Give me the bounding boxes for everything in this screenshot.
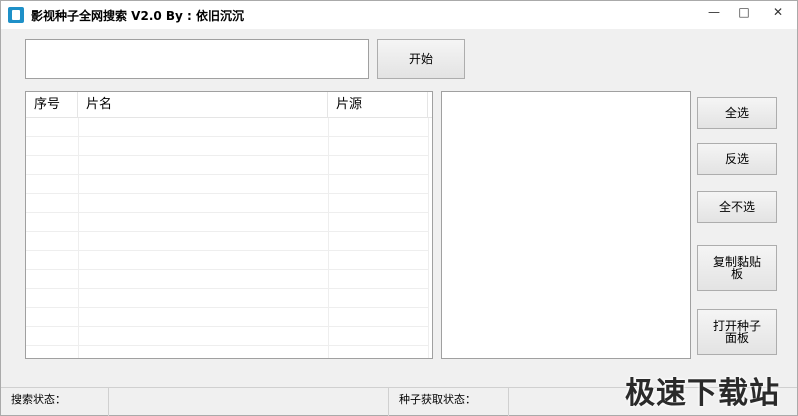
column-header-source[interactable]: 片源	[328, 92, 428, 118]
table-row[interactable]	[26, 308, 428, 327]
grid-line	[428, 118, 429, 358]
table-row[interactable]	[26, 175, 428, 194]
window-title: 影视种子全网搜索 V2.0 By : 依旧沉沉	[31, 9, 245, 23]
seed-status-label: 种子获取状态：	[389, 388, 509, 416]
start-button[interactable]: 开始	[377, 39, 465, 79]
table-row[interactable]	[26, 118, 428, 137]
open-seed-panel-button[interactable]: 打开种子面板	[697, 309, 777, 355]
app-window: 影视种子全网搜索 V2.0 By : 依旧沉沉 — □ ✕ 开始 序号 片名 片…	[0, 0, 798, 416]
table-row[interactable]	[26, 327, 428, 346]
results-table[interactable]: 序号 片名 片源	[25, 91, 433, 359]
invert-selection-button[interactable]: 反选	[697, 143, 777, 175]
table-row[interactable]	[26, 270, 428, 289]
search-status-value	[109, 388, 389, 416]
app-icon	[8, 7, 24, 23]
table-row[interactable]	[26, 213, 428, 232]
copy-clipboard-button[interactable]: 复制黏贴板	[697, 245, 777, 291]
maximize-button[interactable]: □	[729, 1, 759, 23]
column-header-title[interactable]: 片名	[78, 92, 328, 118]
title-bar: 影视种子全网搜索 V2.0 By : 依旧沉沉 — □ ✕	[1, 1, 797, 29]
select-none-button[interactable]: 全不选	[697, 191, 777, 223]
table-row[interactable]	[26, 289, 428, 308]
search-status-label: 搜索状态：	[1, 388, 109, 416]
table-row[interactable]	[26, 251, 428, 270]
table-row[interactable]	[26, 232, 428, 251]
watermark-logo: 极速下载站	[625, 376, 780, 411]
minimize-button[interactable]: —	[699, 1, 729, 23]
search-input[interactable]	[25, 39, 369, 79]
table-row[interactable]	[26, 137, 428, 156]
table-header: 序号 片名 片源	[26, 92, 432, 118]
table-row[interactable]	[26, 194, 428, 213]
close-button[interactable]: ✕	[759, 1, 797, 23]
select-all-button[interactable]: 全选	[697, 97, 777, 129]
details-textbox[interactable]	[441, 91, 691, 359]
column-header-index[interactable]: 序号	[26, 92, 78, 118]
table-row[interactable]	[26, 156, 428, 175]
